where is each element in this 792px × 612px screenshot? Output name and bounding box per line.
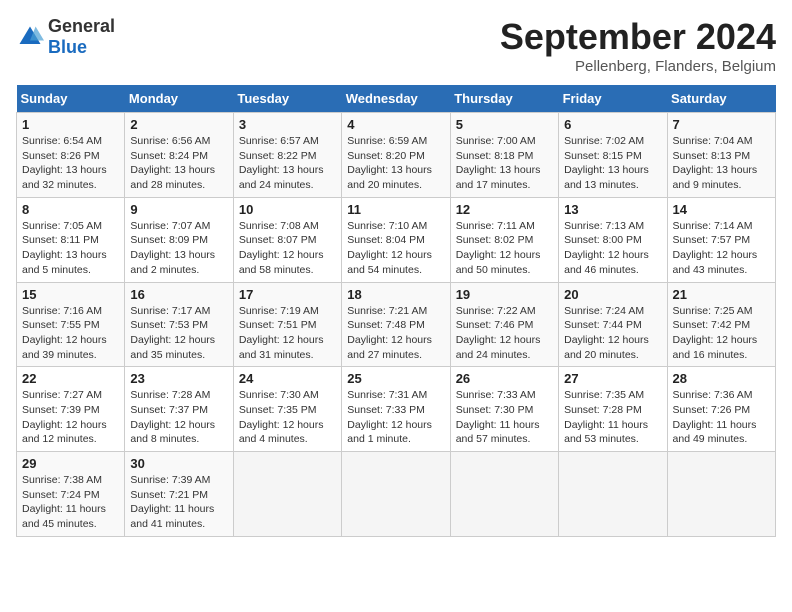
header-thursday: Thursday	[450, 85, 558, 113]
header-wednesday: Wednesday	[342, 85, 450, 113]
week-row-1: 1Sunrise: 6:54 AMSunset: 8:26 PMDaylight…	[17, 113, 776, 198]
table-row: 7Sunrise: 7:04 AMSunset: 8:13 PMDaylight…	[667, 113, 775, 198]
table-row	[559, 452, 667, 537]
header-monday: Monday	[125, 85, 233, 113]
table-row: 27Sunrise: 7:35 AMSunset: 7:28 PMDayligh…	[559, 367, 667, 452]
table-row: 21Sunrise: 7:25 AMSunset: 7:42 PMDayligh…	[667, 282, 775, 367]
table-row: 16Sunrise: 7:17 AMSunset: 7:53 PMDayligh…	[125, 282, 233, 367]
table-row: 10Sunrise: 7:08 AMSunset: 8:07 PMDayligh…	[233, 197, 341, 282]
table-row: 5Sunrise: 7:00 AMSunset: 8:18 PMDaylight…	[450, 113, 558, 198]
table-row: 23Sunrise: 7:28 AMSunset: 7:37 PMDayligh…	[125, 367, 233, 452]
table-row: 14Sunrise: 7:14 AMSunset: 7:57 PMDayligh…	[667, 197, 775, 282]
week-row-5: 29Sunrise: 7:38 AMSunset: 7:24 PMDayligh…	[17, 452, 776, 537]
logo-blue: Blue	[48, 37, 87, 57]
table-row: 8Sunrise: 7:05 AMSunset: 8:11 PMDaylight…	[17, 197, 125, 282]
header-saturday: Saturday	[667, 85, 775, 113]
table-row: 19Sunrise: 7:22 AMSunset: 7:46 PMDayligh…	[450, 282, 558, 367]
header-sunday: Sunday	[17, 85, 125, 113]
week-row-3: 15Sunrise: 7:16 AMSunset: 7:55 PMDayligh…	[17, 282, 776, 367]
calendar-header-row: SundayMondayTuesdayWednesdayThursdayFrid…	[17, 85, 776, 113]
calendar-table: SundayMondayTuesdayWednesdayThursdayFrid…	[16, 85, 776, 537]
logo: General Blue	[16, 16, 115, 58]
logo-icon	[16, 23, 44, 51]
table-row: 30Sunrise: 7:39 AMSunset: 7:21 PMDayligh…	[125, 452, 233, 537]
week-row-2: 8Sunrise: 7:05 AMSunset: 8:11 PMDaylight…	[17, 197, 776, 282]
table-row: 25Sunrise: 7:31 AMSunset: 7:33 PMDayligh…	[342, 367, 450, 452]
table-row: 29Sunrise: 7:38 AMSunset: 7:24 PMDayligh…	[17, 452, 125, 537]
table-row: 18Sunrise: 7:21 AMSunset: 7:48 PMDayligh…	[342, 282, 450, 367]
table-row: 4Sunrise: 6:59 AMSunset: 8:20 PMDaylight…	[342, 113, 450, 198]
table-row: 3Sunrise: 6:57 AMSunset: 8:22 PMDaylight…	[233, 113, 341, 198]
table-row: 6Sunrise: 7:02 AMSunset: 8:15 PMDaylight…	[559, 113, 667, 198]
table-row: 28Sunrise: 7:36 AMSunset: 7:26 PMDayligh…	[667, 367, 775, 452]
header-tuesday: Tuesday	[233, 85, 341, 113]
title-section: September 2024 Pellenberg, Flanders, Bel…	[500, 16, 776, 75]
table-row: 20Sunrise: 7:24 AMSunset: 7:44 PMDayligh…	[559, 282, 667, 367]
header-friday: Friday	[559, 85, 667, 113]
table-row: 12Sunrise: 7:11 AMSunset: 8:02 PMDayligh…	[450, 197, 558, 282]
logo-general: General	[48, 16, 115, 36]
table-row: 1Sunrise: 6:54 AMSunset: 8:26 PMDaylight…	[17, 113, 125, 198]
table-row: 11Sunrise: 7:10 AMSunset: 8:04 PMDayligh…	[342, 197, 450, 282]
month-title: September 2024	[500, 16, 776, 58]
table-row: 9Sunrise: 7:07 AMSunset: 8:09 PMDaylight…	[125, 197, 233, 282]
table-row	[450, 452, 558, 537]
table-row	[233, 452, 341, 537]
table-row: 24Sunrise: 7:30 AMSunset: 7:35 PMDayligh…	[233, 367, 341, 452]
table-row: 13Sunrise: 7:13 AMSunset: 8:00 PMDayligh…	[559, 197, 667, 282]
table-row	[342, 452, 450, 537]
table-row: 17Sunrise: 7:19 AMSunset: 7:51 PMDayligh…	[233, 282, 341, 367]
table-row: 2Sunrise: 6:56 AMSunset: 8:24 PMDaylight…	[125, 113, 233, 198]
week-row-4: 22Sunrise: 7:27 AMSunset: 7:39 PMDayligh…	[17, 367, 776, 452]
table-row: 15Sunrise: 7:16 AMSunset: 7:55 PMDayligh…	[17, 282, 125, 367]
location: Pellenberg, Flanders, Belgium	[500, 58, 776, 75]
logo-text: General Blue	[48, 16, 115, 58]
page-header: General Blue September 2024 Pellenberg, …	[16, 16, 776, 75]
table-row: 22Sunrise: 7:27 AMSunset: 7:39 PMDayligh…	[17, 367, 125, 452]
table-row	[667, 452, 775, 537]
table-row: 26Sunrise: 7:33 AMSunset: 7:30 PMDayligh…	[450, 367, 558, 452]
